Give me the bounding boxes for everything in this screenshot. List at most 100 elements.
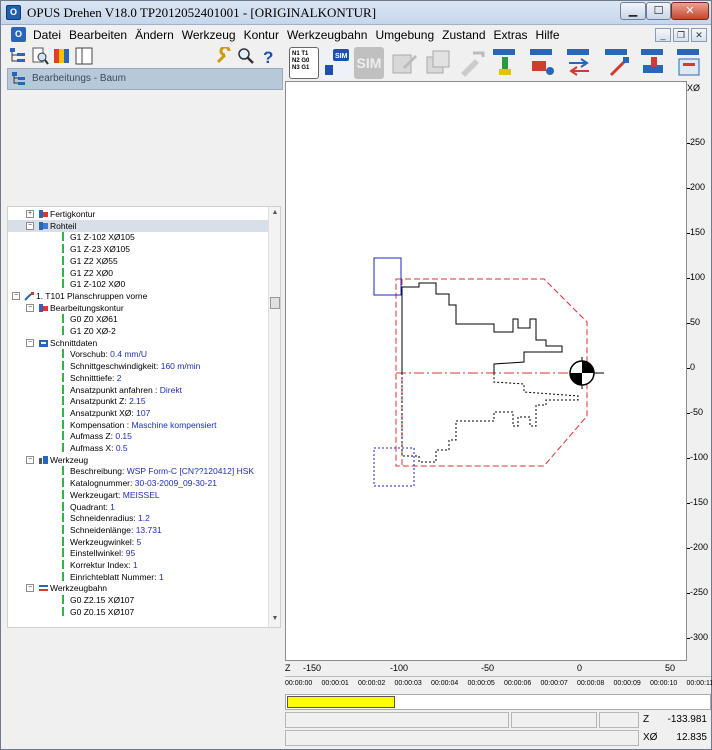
tree-leaf-row[interactable]: Kompensation : Maschine kompensiert xyxy=(8,419,268,431)
tree-row-value: MEISSEL xyxy=(122,489,160,500)
zoom-icon[interactable] xyxy=(237,47,255,65)
close-button[interactable]: ✕ xyxy=(671,2,709,20)
tree-leaf-row[interactable]: Aufmass Z: 0.15 xyxy=(8,430,268,442)
expand-icon[interactable]: + xyxy=(26,210,34,218)
tree-leaf-row[interactable]: G0 Z0 XØ61 xyxy=(8,313,268,325)
mdi-restore-button[interactable]: ❐ xyxy=(673,28,689,42)
status-bar-bottom: XØ 12.835 xyxy=(285,729,711,747)
timeline-ruler[interactable]: 00:00:00 00:00:01 00:00:02 00:00:03 00:00:04… xyxy=(285,677,712,693)
disabled-copy-icon[interactable] xyxy=(423,47,453,79)
menu-item-0[interactable]: Datei xyxy=(29,28,65,42)
leaf-marker-icon xyxy=(62,443,64,452)
app-icon[interactable]: O xyxy=(6,5,21,20)
tree-leaf-row[interactable]: G1 Z2 XØ0 xyxy=(8,267,268,279)
tree-row-text: Werkzeugbahn xyxy=(50,582,107,594)
tree-leaf-row[interactable]: Korrektur Index: 1 xyxy=(8,559,268,571)
tree-leaf-row[interactable]: G0 Z0.15 XØ107 xyxy=(8,606,268,618)
scroll-thumb[interactable] xyxy=(270,297,280,309)
drilling-op-icon[interactable] xyxy=(603,47,633,79)
tree-node-row[interactable]: − Bearbeitungskontur xyxy=(8,302,268,314)
tree-leaf-row[interactable]: G1 Z-23 XØ105 xyxy=(8,243,268,255)
menu-item-3[interactable]: Werkzeug xyxy=(178,28,240,42)
search-document-icon[interactable] xyxy=(31,47,49,65)
milling-op-icon[interactable] xyxy=(639,47,669,79)
tree-row-label: Werkzeugart: xyxy=(70,489,123,500)
simulation-step-button[interactable]: SIM xyxy=(321,47,351,79)
tree-leaf-row[interactable]: Quadrant: 1 xyxy=(8,501,268,513)
tree-leaf-row[interactable]: Schnittgeschwindigkeit: 160 m/min xyxy=(8,360,268,372)
tree-leaf-row[interactable]: G1 Z2 XØ55 xyxy=(8,255,268,267)
tree-leaf-row[interactable]: Schneidenlänge: 13.731 xyxy=(8,524,268,536)
tree-row-value: 107 xyxy=(136,407,151,418)
mdi-minimize-button[interactable]: _ xyxy=(655,28,671,42)
tree-scrollbar[interactable]: ▲ ▼ xyxy=(268,207,280,627)
minimize-button[interactable]: ▁ xyxy=(620,2,646,20)
wrench-icon[interactable] xyxy=(215,47,233,65)
contour-red-icon xyxy=(38,209,49,219)
split-view-icon[interactable] xyxy=(75,47,93,65)
tree-leaf-row[interactable]: Ansatzpunkt XØ: 107 xyxy=(8,407,268,419)
tree-node-row[interactable]: − Werkzeugbahn xyxy=(8,582,268,594)
maximize-button[interactable]: ☐ xyxy=(646,2,671,20)
title-bar[interactable]: O OPUS Drehen V18.0 TP2012052401001 - [O… xyxy=(1,1,711,25)
tree-leaf-row[interactable]: Ansatzpunkt Z: 2.15 xyxy=(8,395,268,407)
transfer-op-icon[interactable] xyxy=(565,47,595,79)
collapse-icon[interactable]: − xyxy=(26,221,34,230)
menu-item-7[interactable]: Zustand xyxy=(438,28,489,42)
y-tick-label: 250 xyxy=(690,137,706,147)
color-layers-icon[interactable] xyxy=(53,47,71,65)
tree-leaf-row[interactable]: G1 Z-102 XØ105 xyxy=(8,231,268,243)
tree-leaf-row[interactable]: G1 Z0 XØ-2 xyxy=(8,325,268,337)
settings-op-icon[interactable] xyxy=(675,47,705,79)
tree-leaf-row[interactable]: Werkzeugart: MEISSEL xyxy=(8,489,268,501)
tool-change-icon[interactable] xyxy=(491,47,521,79)
tree-node-row[interactable]: − Werkzeug xyxy=(8,454,268,466)
mdi-close-button[interactable]: ✕ xyxy=(691,28,707,42)
tree-leaf-row[interactable]: Vorschub: 0.4 mm/U xyxy=(8,348,268,360)
tree-leaf-row[interactable]: G0 Z2.15 XØ107 xyxy=(8,594,268,606)
tree-leaf-row[interactable]: Einstellwinkel: 95 xyxy=(8,547,268,559)
tree-leaf-row[interactable]: Einrichteblatt Nummer: 1 xyxy=(8,571,268,583)
y-tick-mark xyxy=(687,143,690,144)
collapse-icon[interactable]: − xyxy=(26,455,34,464)
tree-leaf-row[interactable]: Beschreibung: WSP Form-C [CN??120412] HS… xyxy=(8,465,268,477)
simulation-progress[interactable] xyxy=(285,694,711,710)
tree-leaf-row[interactable]: Aufmass X: 0.5 xyxy=(8,442,268,454)
document-menu-icon[interactable]: O xyxy=(11,27,26,42)
disabled-edit-icon[interactable] xyxy=(389,47,419,79)
collapse-icon[interactable]: − xyxy=(12,291,20,300)
tree-leaf-row[interactable]: Werkzeugwinkel: 5 xyxy=(8,536,268,548)
leaf-marker-icon xyxy=(62,419,64,429)
menu-item-8[interactable]: Extras xyxy=(490,28,532,42)
menu-item-5[interactable]: Werkzeugbahn xyxy=(283,28,372,42)
leaf-marker-icon xyxy=(62,431,64,441)
tree-node-row[interactable]: + Fertigkontur xyxy=(8,208,268,220)
nc-code-button[interactable]: N1 T1 N2 G0 N3 G1 xyxy=(289,47,319,79)
scroll-down-icon[interactable]: ▼ xyxy=(269,615,280,625)
scroll-up-icon[interactable]: ▲ xyxy=(269,209,280,219)
tree-leaf-row[interactable]: Schnitttiefe: 2 xyxy=(8,372,268,384)
tree-leaf-row[interactable]: Katalognummer: 30-03-2009_09-30-21 xyxy=(8,477,268,489)
cad-view[interactable] xyxy=(285,81,687,661)
collapse-icon[interactable]: − xyxy=(26,303,34,312)
turning-op-icon[interactable] xyxy=(528,47,558,79)
menu-item-4[interactable]: Kontur xyxy=(240,28,283,42)
menu-item-1[interactable]: Bearbeiten xyxy=(65,28,131,42)
tree-leaf-row[interactable]: G1 Z-102 XØ0 xyxy=(8,278,268,290)
menu-item-9[interactable]: Hilfe xyxy=(532,28,564,42)
collapse-icon[interactable]: − xyxy=(26,584,34,593)
status-bar-top: Z -133.981 xyxy=(285,711,711,729)
machining-tree[interactable]: + Fertigkontur − Rohteil G1 Z-102 XØ105 G1 Z-… xyxy=(7,206,281,628)
menu-item-6[interactable]: Umgebung xyxy=(371,28,438,42)
tree-view-icon[interactable] xyxy=(9,47,27,65)
tree-leaf-row[interactable]: Ansatzpunkt anfahren : Direkt xyxy=(8,384,268,396)
tree-node-row[interactable]: − Rohteil xyxy=(8,219,268,232)
collapse-icon[interactable]: − xyxy=(26,338,34,347)
tree-node-row[interactable]: − Schnittdaten xyxy=(8,337,268,349)
disabled-tool-icon[interactable] xyxy=(457,47,487,79)
menu-item-2[interactable]: Ändern xyxy=(131,28,178,42)
help-icon[interactable]: ? xyxy=(259,47,277,65)
tree-node-row[interactable]: − 1. T101 Planschruppen vorne xyxy=(8,290,268,302)
simulation-button[interactable]: SIM xyxy=(354,47,384,79)
tree-leaf-row[interactable]: Schneidenradius: 1.2 xyxy=(8,512,268,524)
